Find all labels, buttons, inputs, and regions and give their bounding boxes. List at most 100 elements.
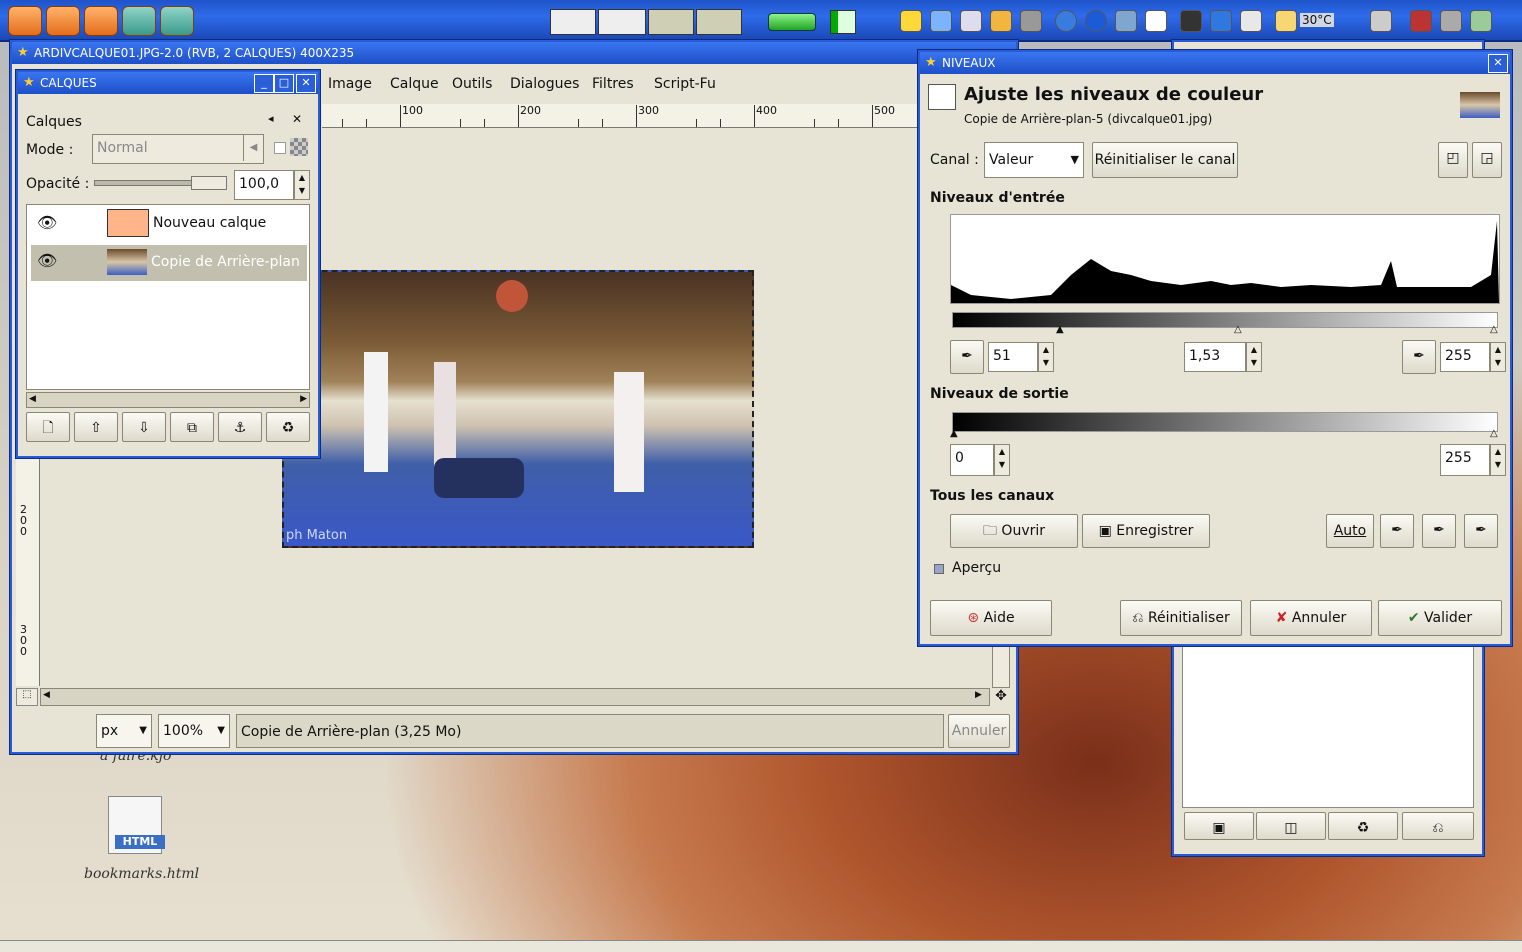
vertical-scrollbar[interactable] (992, 642, 1010, 688)
linear-histogram-icon[interactable]: ◰ (1438, 142, 1468, 178)
white-picker-icon[interactable]: ✒ (1402, 340, 1436, 374)
gamma-spinner[interactable]: ▲ ▼ (1246, 342, 1262, 372)
terminal-icon[interactable] (1180, 10, 1202, 32)
minimize-icon[interactable]: _ (254, 74, 274, 93)
opacity-input[interactable]: 100,0 (234, 170, 294, 200)
scroll-right-icon[interactable]: ▶ (300, 394, 307, 404)
close-tab-icon[interactable]: ✕ (292, 112, 302, 126)
users-icon[interactable] (1115, 10, 1137, 32)
auto-button[interactable]: Auto (1326, 514, 1374, 548)
eye-icon[interactable]: 👁 (37, 213, 57, 232)
black-point-picker-icon[interactable]: ✒ (1380, 514, 1414, 548)
cancel-button[interactable]: ✘ Annuler (1250, 600, 1372, 636)
duplicate-icon[interactable]: ◫ (1256, 812, 1326, 840)
layer-name[interactable]: Nouveau calque (153, 215, 266, 231)
layer-row[interactable]: 👁 Nouveau calque (27, 205, 309, 243)
save-icon[interactable]: ▣ (1184, 812, 1254, 840)
output-high-field[interactable]: 255 (1440, 444, 1490, 476)
output-low-handle[interactable]: ▲ (950, 428, 958, 439)
horizontal-scrollbar[interactable]: ◀ ▶ (40, 688, 990, 706)
tab-menu-icon[interactable]: ◂ (268, 112, 274, 125)
app-icon[interactable] (930, 10, 952, 32)
star-icon[interactable] (900, 10, 922, 32)
mixer-icon[interactable] (1410, 10, 1432, 32)
output-high-spinner[interactable]: ▲ ▼ (1490, 444, 1506, 476)
pager-desktop-2[interactable] (598, 9, 646, 35)
maximize-icon[interactable]: □ (274, 74, 294, 93)
launcher-icon[interactable] (160, 6, 194, 36)
log-histogram-icon[interactable]: ◲ (1472, 142, 1502, 178)
delete-layer-button[interactable]: ♻ (266, 412, 310, 442)
gray-point-picker-icon[interactable]: ✒ (1422, 514, 1456, 548)
gamma-field[interactable]: 1,53 (1184, 342, 1246, 372)
black-point-handle[interactable]: ▲ (1056, 324, 1064, 335)
levels-titlebar[interactable]: ★ NIVEAUX (920, 52, 1510, 74)
close-icon[interactable]: ✕ (296, 74, 316, 93)
layers-hscrollbar[interactable]: ◀ ▶ (26, 392, 310, 408)
trash-icon[interactable]: ♻ (1328, 812, 1398, 840)
scroll-left-icon[interactable]: ◀ (29, 394, 36, 404)
folder-icon[interactable] (1275, 10, 1297, 32)
opacity-spinner[interactable]: ▲ ▼ (294, 170, 310, 200)
navigate-icon[interactable]: ✥ (992, 688, 1010, 706)
keep-transparency-checkbox[interactable] (274, 142, 286, 154)
preview-label[interactable]: Aperçu (952, 560, 1001, 576)
opacity-slider[interactable] (94, 176, 227, 190)
menu-calque[interactable]: Calque (390, 76, 439, 92)
pager-desktop-1[interactable] (550, 9, 596, 35)
lower-layer-button[interactable]: ⇩ (122, 412, 166, 442)
text-icon[interactable] (1145, 10, 1167, 32)
mode-select[interactable]: Normal ◀ (92, 134, 264, 164)
globe-icon[interactable] (1055, 10, 1077, 32)
photo-basketball[interactable]: ph Maton (282, 270, 754, 548)
preview-checkbox[interactable] (934, 564, 944, 574)
slider-handle[interactable] (191, 176, 227, 190)
anchor-layer-button[interactable]: ⚓ (218, 412, 262, 442)
html-file-icon[interactable]: HTML (108, 796, 165, 854)
network-icon[interactable] (1085, 10, 1107, 32)
reset-button[interactable]: ⎌ Réinitialiser (1120, 600, 1242, 636)
scroll-left-icon[interactable]: ◀ (43, 690, 55, 704)
sound-icon[interactable] (1440, 10, 1462, 32)
menu-outils[interactable]: Outils (452, 76, 492, 92)
close-icon[interactable]: ✕ (1488, 54, 1508, 73)
pencil-icon[interactable] (1370, 10, 1392, 32)
open-button[interactable]: 🗀 Ouvrir (950, 514, 1078, 548)
raise-layer-button[interactable]: ⇧ (74, 412, 118, 442)
quick-mask-toggle[interactable]: ⬚ (16, 688, 38, 706)
input-high-field[interactable]: 255 (1440, 342, 1490, 372)
input-low-field[interactable]: 51 (988, 342, 1038, 372)
reset-channel-button[interactable]: Réinitialiser le canal (1092, 142, 1238, 178)
launcher-icon[interactable] (122, 6, 156, 36)
output-low-field[interactable]: 0 (950, 444, 994, 476)
search-icon[interactable] (960, 10, 982, 32)
help-button[interactable]: ⊛ Aide (930, 600, 1052, 636)
launcher-icon[interactable] (84, 6, 118, 36)
document-icon[interactable] (1240, 10, 1262, 32)
layer-name[interactable]: Copie de Arrière-plan (151, 254, 300, 270)
save-button[interactable]: ▣ Enregistrer (1082, 514, 1210, 548)
unit-select[interactable]: px ▼ (96, 714, 152, 748)
scroll-right-icon[interactable]: ▶ (975, 690, 987, 704)
white-point-handle[interactable]: △ (1490, 324, 1498, 335)
pager-desktop-4[interactable] (696, 9, 742, 35)
app-icon[interactable] (1020, 10, 1042, 32)
white-point-picker-icon[interactable]: ✒ (1464, 514, 1498, 548)
menu-script-fu[interactable]: Script-Fu (654, 76, 716, 92)
black-picker-icon[interactable]: ✒ (950, 340, 984, 374)
browser-icon[interactable] (990, 10, 1012, 32)
tab-calques[interactable]: Calques (26, 114, 82, 130)
menu-dialogues[interactable]: Dialogues (510, 76, 579, 92)
restore-icon[interactable]: ⎌ (1402, 812, 1474, 840)
output-low-spinner[interactable]: ▲ ▼ (994, 444, 1010, 476)
menu-image[interactable]: Image (328, 76, 372, 92)
gamma-handle[interactable]: △ (1234, 324, 1242, 335)
pager-desktop-3[interactable] (648, 9, 694, 35)
input-low-spinner[interactable]: ▲ ▼ (1038, 342, 1054, 372)
launcher-icon[interactable] (46, 6, 80, 36)
power-icon[interactable] (1470, 10, 1492, 32)
eye-icon[interactable]: 👁 (37, 251, 57, 270)
status-cancel-button[interactable]: Annuler (948, 714, 1010, 748)
launcher-icon[interactable] (8, 6, 42, 36)
duplicate-layer-button[interactable]: ⧉ (170, 412, 214, 442)
